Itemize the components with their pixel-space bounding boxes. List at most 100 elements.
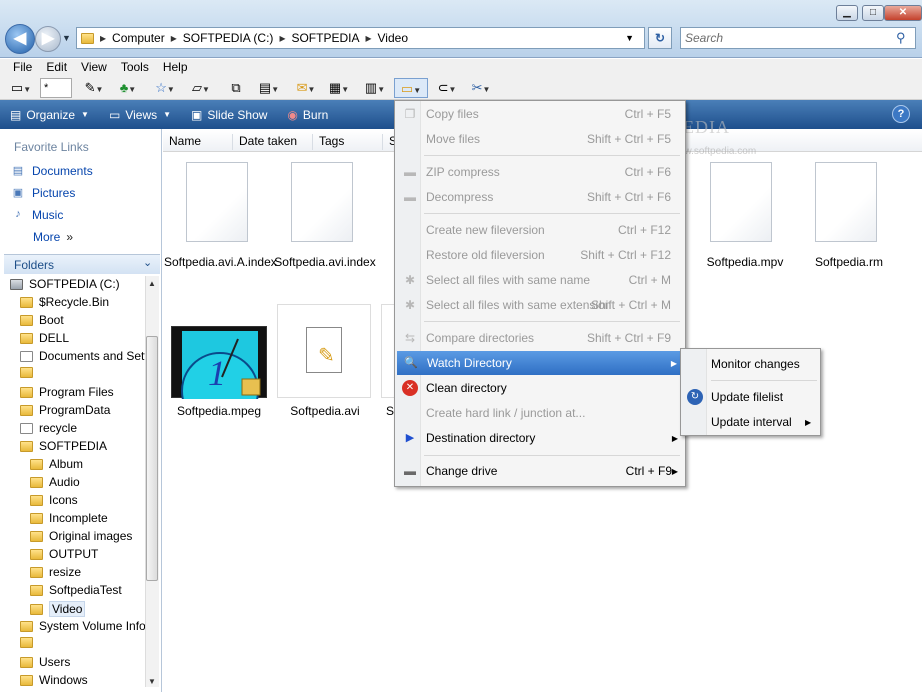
favorite-music[interactable]: ♪ Music (10, 208, 63, 222)
breadcrumb-computer[interactable]: Computer (112, 31, 165, 45)
folders-header[interactable]: Folders (4, 254, 160, 274)
scrollbar-thumb[interactable] (146, 336, 158, 581)
file-label[interactable]: Softpedia.rm (794, 255, 904, 269)
folder-tree-item[interactable]: ProgramData (20, 403, 145, 417)
folder-tree-item[interactable]: Boot (20, 313, 145, 327)
calculator-icon[interactable]: ▦▼ (326, 78, 352, 98)
folder-tree-item[interactable] (20, 367, 145, 378)
chevron-down-icon[interactable]: ⌄ (143, 256, 152, 269)
menu-help[interactable]: Help (163, 59, 188, 76)
organize-button[interactable]: ▤ Organize ▼ (10, 108, 89, 122)
tree-icon[interactable]: ♣▼ (112, 78, 144, 98)
folder-tree-item[interactable]: SOFTPEDIA (20, 439, 145, 453)
file-label[interactable]: Softpedia.avi.index (270, 255, 380, 269)
file-label[interactable]: S (386, 404, 394, 418)
tag-icon[interactable]: ▱▼ (186, 78, 216, 98)
layout-icon[interactable]: ▭▼ (6, 78, 36, 98)
address-dropdown-icon[interactable]: ▼ (625, 33, 634, 43)
minimize-button[interactable]: ▁ (836, 5, 858, 21)
scroll-up-icon[interactable]: ▲ (148, 279, 156, 288)
folder-tools-button[interactable]: ▭▼ (394, 78, 428, 98)
folder-tree-item[interactable]: Original images (30, 529, 145, 543)
blank-file-icon[interactable] (710, 162, 772, 242)
forward-button[interactable]: ▶ (35, 26, 61, 52)
folder-tree-item[interactable]: DELL (20, 331, 145, 345)
folder-tree-item[interactable]: OUTPUT (30, 547, 145, 561)
menu-file[interactable]: File (13, 59, 32, 76)
blank-file-icon[interactable] (186, 162, 248, 242)
menu-item-destination-directory[interactable]: ▶ Destination directory ▶ (396, 426, 684, 450)
close-button[interactable]: ✕ (884, 5, 922, 21)
file-label[interactable]: Softpedia.avi.A.index (164, 255, 277, 269)
file-label[interactable]: Softpedia.avi (270, 404, 380, 418)
avi-file-icon[interactable]: ✎ (277, 304, 371, 398)
menu-item-label: Decompress (426, 190, 494, 204)
menu-item-monitor-changes[interactable]: Monitor changes (681, 352, 820, 376)
more-link[interactable]: More » (33, 230, 73, 244)
pen-icon[interactable]: ✎▼ (80, 78, 108, 98)
breadcrumb-video[interactable]: Video (378, 31, 408, 45)
copy-window-icon[interactable]: ⧉ (226, 78, 246, 98)
address-bar[interactable]: ▸ Computer ▸ SOFTPEDIA (C:) ▸ SOFTPEDIA … (76, 27, 645, 49)
column-date-taken[interactable]: Date taken (233, 134, 313, 150)
views-button[interactable]: ▭ Views ▼ (109, 108, 171, 122)
folder-tree-item[interactable]: Icons (30, 493, 145, 507)
folder-tree-item[interactable]: SoftpediaTest (30, 583, 145, 597)
column-tags[interactable]: Tags (313, 134, 383, 150)
burn-button[interactable]: ◉ Burn (287, 108, 328, 122)
recent-pages-dropdown-icon[interactable]: ▼ (62, 33, 71, 43)
column-name[interactable]: Name (163, 134, 233, 150)
breadcrumb-softpedia[interactable]: SOFTPEDIA (291, 31, 359, 45)
blank-file-icon[interactable] (291, 162, 353, 242)
menu-tools[interactable]: Tools (121, 59, 149, 76)
folder-tree-item[interactable]: recycle (20, 421, 145, 435)
folder-tree-item[interactable]: SOFTPEDIA (C:) (10, 277, 145, 291)
scroll-down-icon[interactable]: ▼ (148, 677, 156, 686)
tools-icon[interactable]: ✂▼ (466, 78, 496, 98)
file-label[interactable]: Softpedia.mpv (690, 255, 800, 269)
file-label[interactable]: Softpedia.mpeg (164, 404, 274, 418)
folder-icon (20, 637, 33, 648)
blank-file-icon[interactable] (815, 162, 877, 242)
folder-tree-item[interactable]: System Volume Information (20, 619, 145, 633)
back-button[interactable]: ◀ (5, 24, 35, 54)
folder-tree-item[interactable]: resize (30, 565, 145, 579)
folder-tree-item[interactable]: Video (30, 601, 145, 617)
computer-icon[interactable]: ▤▼ (254, 78, 284, 98)
folder-tree-item[interactable]: Album (30, 457, 145, 471)
star-icon[interactable]: ☆▼ (150, 78, 180, 98)
folder-tree-item[interactable]: Users (20, 655, 145, 669)
folder-tree-item[interactable]: Audio (30, 475, 145, 489)
size-input[interactable]: * (40, 78, 72, 98)
favorite-pictures[interactable]: ▣ Pictures (10, 186, 76, 200)
menu-item-clean-directory[interactable]: ✕ Clean directory (396, 376, 684, 400)
menu-item-change-drive[interactable]: ▬ Change drive Ctrl + F9 ▶ (396, 459, 684, 483)
properties-icon[interactable]: ▥▼ (360, 78, 390, 98)
folder-tree-item[interactable]: Documents and Settings (20, 349, 145, 363)
folder-tree-item[interactable]: Program Files (20, 385, 145, 399)
folder-tree-item[interactable]: Incomplete (30, 511, 145, 525)
maximize-button[interactable]: □ (862, 5, 884, 21)
menu-item-copy-files: ❐ Copy files Ctrl + F5 (396, 102, 684, 126)
help-icon[interactable]: ? (892, 105, 910, 123)
menu-item-watch-directory[interactable]: 🔍 Watch Directory ▶ (397, 351, 683, 375)
folder-tree-item[interactable] (20, 637, 145, 648)
slideshow-button[interactable]: ▣ Slide Show (191, 108, 267, 122)
video-file-icon[interactable]: 1 (171, 326, 267, 430)
plug-icon[interactable]: ⊂▼ (432, 78, 462, 98)
partial-file-icon[interactable] (381, 304, 395, 398)
new-folder-icon[interactable]: ✉▼ (290, 78, 322, 98)
menu-view[interactable]: View (81, 59, 107, 76)
menu-item-update-filelist[interactable]: ↻ Update filelist (681, 385, 820, 409)
search-input[interactable]: Search (680, 27, 916, 49)
menu-edit[interactable]: Edit (46, 59, 67, 76)
search-icon[interactable]: ⚲ (896, 30, 906, 46)
favorite-documents[interactable]: ▤ Documents (10, 164, 93, 178)
refresh-button[interactable]: ↻ (648, 27, 672, 49)
folder-tree-item[interactable]: Windows (20, 673, 145, 687)
folder-tree-label: Documents and Settings (39, 349, 145, 363)
breadcrumb-drive[interactable]: SOFTPEDIA (C:) (183, 31, 274, 45)
arrow-icon: ▶ (405, 432, 415, 444)
menu-item-update-interval[interactable]: Update interval ▶ (681, 410, 820, 434)
folder-tree-item[interactable]: $Recycle.Bin (20, 295, 145, 309)
